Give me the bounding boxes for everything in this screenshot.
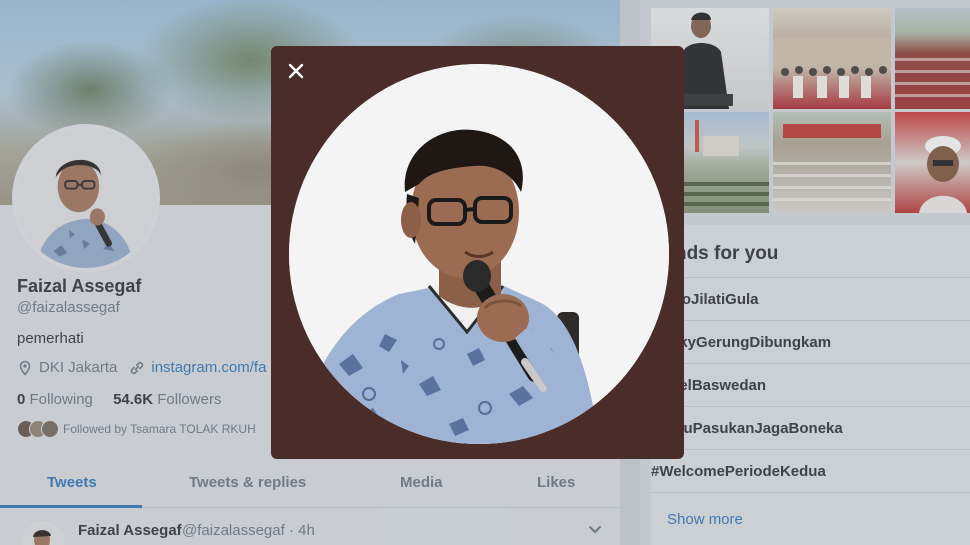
avatar-modal	[271, 46, 684, 459]
close-icon[interactable]	[285, 60, 307, 82]
profile-photo-large	[289, 64, 669, 444]
